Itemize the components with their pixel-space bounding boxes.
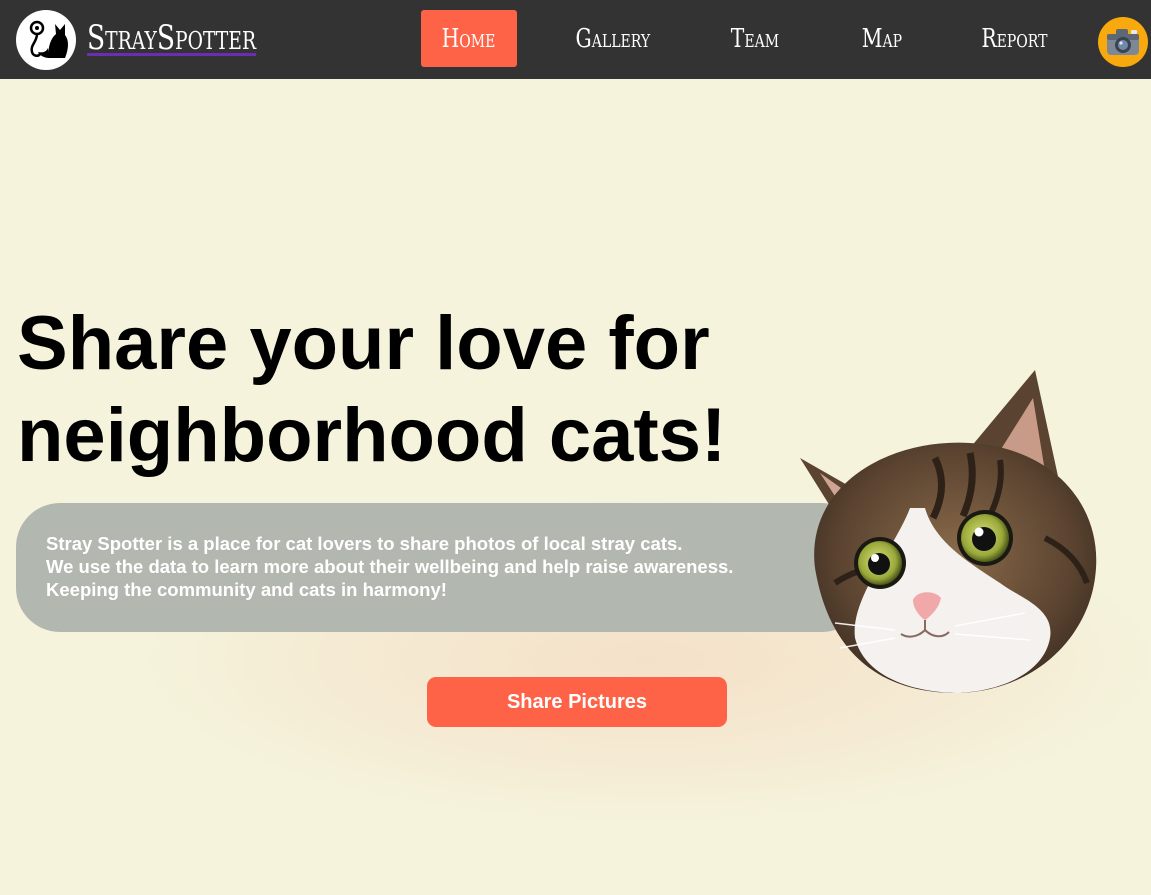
description-line1: Stray Spotter is a place for cat lovers … (46, 533, 683, 554)
cat-head-image (800, 370, 1097, 694)
nav-team[interactable]: Team (710, 10, 800, 67)
nav-report-label: Report (980, 23, 1048, 54)
description-line3: Keeping the community and cats in harmon… (46, 579, 447, 600)
nav-team-label: Team (730, 23, 780, 54)
nav-home-label: Home (442, 23, 496, 54)
logo[interactable] (16, 10, 76, 70)
brand-name[interactable]: StraySpotter (87, 18, 256, 58)
hero-headline: Share your love for neighborhood cats! (17, 298, 726, 482)
cat-logo-icon (29, 20, 68, 58)
camera-button[interactable] (1098, 17, 1148, 67)
navbar: StraySpotter Home Gallery Team Map Repor… (0, 0, 1151, 79)
nav-map-label: Map (861, 23, 903, 54)
hero-headline-line1: Share your love for (17, 301, 710, 386)
nav-home[interactable]: Home (421, 10, 517, 67)
nav-report[interactable]: Report (968, 10, 1060, 67)
camera-icon (1107, 29, 1139, 55)
nav-gallery[interactable]: Gallery (560, 10, 666, 67)
hero-headline-line2: neighborhood cats! (17, 393, 727, 478)
description-line2: We use the data to learn more about thei… (46, 556, 734, 577)
nav-map[interactable]: Map (845, 10, 919, 67)
share-pictures-button[interactable]: Share Pictures (427, 677, 727, 727)
nav-gallery-label: Gallery (575, 23, 651, 54)
description-text: Stray Spotter is a place for cat lovers … (46, 532, 733, 601)
